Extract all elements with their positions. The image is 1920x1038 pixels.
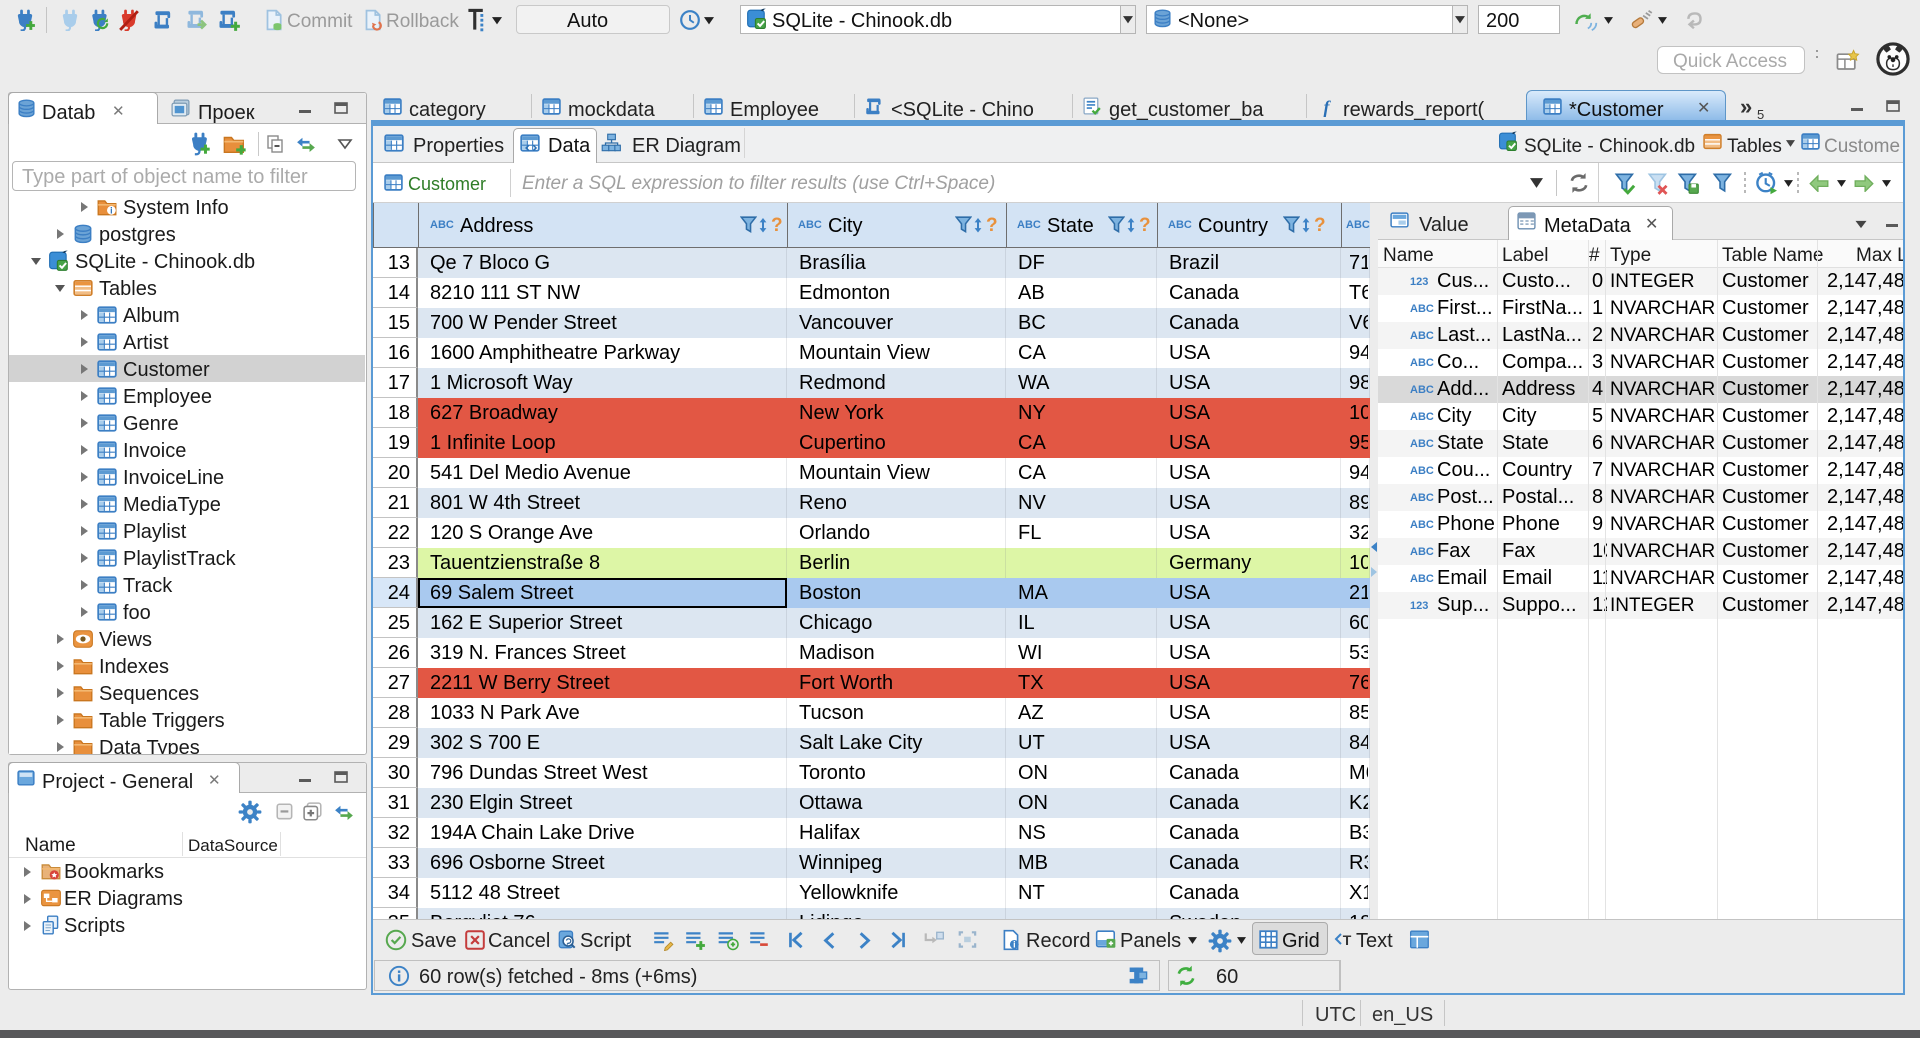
svg-text:i: i [1013, 940, 1015, 950]
svg-text:i: i [110, 206, 112, 216]
svg-text:T: T [1343, 932, 1352, 948]
svg-text:f: f [1324, 97, 1332, 117]
